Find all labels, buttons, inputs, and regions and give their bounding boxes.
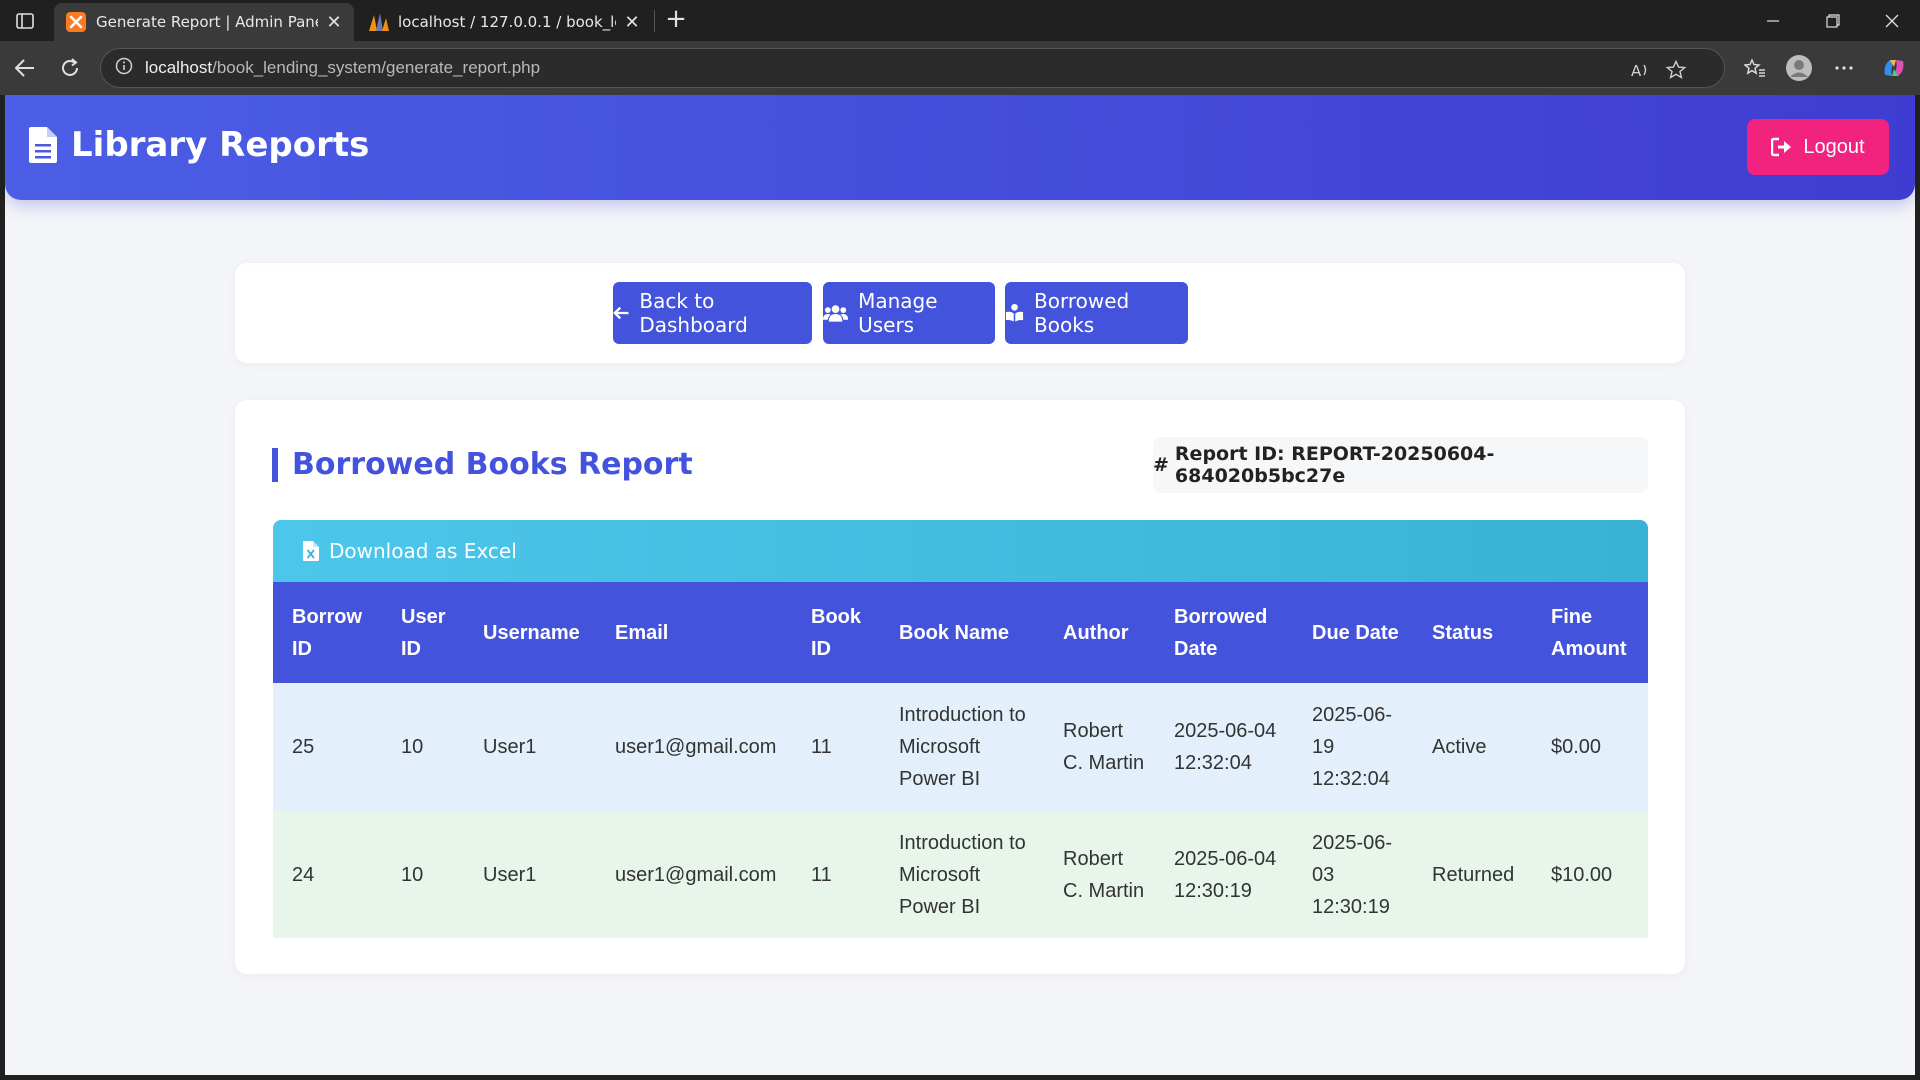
manage-users-button[interactable]: Manage Users <box>823 282 995 344</box>
email-cell: user1@gmail.com <box>615 863 777 886</box>
download-excel-label: Download as Excel <box>329 539 517 563</box>
url-host: localhost <box>145 58 213 77</box>
minimize-icon[interactable] <box>1745 0 1801 41</box>
username-cell: User1 <box>483 863 537 886</box>
borrowed-date-cell: 2025-06-04 12:30:19 <box>1174 847 1277 902</box>
book-reader-icon <box>1005 303 1024 322</box>
address-bar[interactable]: localhost/book_lending_system/generate_r… <box>100 48 1725 88</box>
fine-amount-cell: $10.00 <box>1551 863 1613 886</box>
borrow-id-cell: 24 <box>292 863 315 886</box>
column-header: Author <box>1063 621 1129 644</box>
back-to-dashboard-label: Back to Dashboard <box>639 289 748 337</box>
new-tab-icon[interactable]: + <box>662 6 690 34</box>
due-date-cell: 2025-06-19 12:32:04 <box>1312 704 1393 790</box>
logout-button[interactable]: Logout <box>1747 119 1889 175</box>
page-title: Library Reports <box>71 125 370 165</box>
column-header: Fine Amount <box>1551 605 1627 660</box>
report-id-text: Report ID: REPORT-20250604-684020b5bc27e <box>1174 443 1495 487</box>
username-cell: User1 <box>483 736 537 758</box>
user-id-cell: 10 <box>401 736 424 758</box>
back-arrow-icon[interactable] <box>11 54 39 82</box>
browser-tab-generate-report[interactable]: Generate Report | Admin Panel ✕ <box>54 3 354 41</box>
table-row: 25 10 User1 user1@gmail.com 11 Introduct… <box>273 683 1648 811</box>
back-to-dashboard-button[interactable]: Back to Dashboard <box>613 282 812 344</box>
favorite-star-icon[interactable] <box>1664 58 1688 82</box>
due-date-cell: 2025-06-03 12:30:19 <box>1312 831 1393 918</box>
column-header: Status <box>1432 621 1494 644</box>
column-header: Borrow ID <box>292 605 362 660</box>
borrowed-books-button[interactable]: Borrowed Books <box>1005 282 1188 344</box>
report-title: Borrowed Books Report <box>272 448 693 482</box>
logout-label: Logout <box>1803 135 1865 158</box>
logout-icon <box>1771 137 1792 157</box>
profile-avatar-icon[interactable] <box>1785 54 1813 82</box>
refresh-icon[interactable] <box>56 54 84 82</box>
column-header: User ID <box>401 605 446 660</box>
page-header: Library Reports Logout <box>5 95 1915 200</box>
file-excel-icon <box>303 541 319 561</box>
author-cell: Robert C. Martin <box>1063 720 1145 774</box>
borrow-id-cell: 25 <box>292 736 315 758</box>
fine-amount-cell: $0.00 <box>1551 736 1602 758</box>
column-header: Borrowed Date <box>1174 605 1268 660</box>
xampp-icon <box>66 12 86 32</box>
book-id-cell: 11 <box>811 863 832 886</box>
read-aloud-icon[interactable]: A <box>1629 58 1653 82</box>
close-window-icon[interactable] <box>1864 0 1920 41</box>
users-icon <box>823 305 849 322</box>
svg-text:A: A <box>1631 62 1642 79</box>
book-id-cell: 11 <box>811 736 832 758</box>
navigation-card: Back to Dashboard Manage Users Borrowed … <box>235 263 1685 363</box>
browser-tab-bar: Generate Report | Admin Panel ✕ localhos… <box>0 0 1920 41</box>
column-header: Username <box>483 621 580 644</box>
tab-title: Generate Report | Admin Panel <box>96 13 318 31</box>
email-cell: user1@gmail.com <box>615 736 777 758</box>
borrowed-date-cell: 2025-06-04 12:32:04 <box>1174 720 1277 774</box>
column-header: Book Name <box>899 621 1010 644</box>
url-text: localhost/book_lending_system/generate_r… <box>145 58 540 78</box>
status-cell: Active <box>1432 736 1487 758</box>
copilot-icon[interactable] <box>1880 54 1908 82</box>
table-row: 24 10 User1 user1@gmail.com 11 Introduct… <box>273 811 1648 938</box>
borrowed-books-table: Borrow ID User ID Username Email Book ID… <box>273 582 1648 938</box>
close-tab-icon[interactable]: ✕ <box>324 12 344 33</box>
report-card: Borrowed Books Report # Report ID: REPOR… <box>235 400 1685 974</box>
tab-actions-icon[interactable] <box>10 8 40 34</box>
url-path: /book_lending_system/generate_report.php <box>212 58 541 77</box>
download-excel-button[interactable]: Download as Excel <box>273 520 1648 582</box>
tab-title: localhost / 127.0.0.1 / book_lending <box>398 13 616 31</box>
restore-icon[interactable] <box>1805 0 1861 41</box>
table-header: Borrow ID User ID Username Email Book ID… <box>273 582 1648 683</box>
book-name-cell: Introduction to Microsoft Power BI <box>899 831 1026 918</box>
column-header: Due Date <box>1312 621 1399 644</box>
site-info-icon[interactable] <box>115 57 133 79</box>
close-tab-icon[interactable]: ✕ <box>622 12 642 33</box>
file-document-icon <box>29 127 57 163</box>
arrow-left-icon <box>613 306 629 320</box>
more-options-icon[interactable] <box>1830 54 1858 82</box>
status-cell: Returned <box>1432 863 1515 886</box>
favorites-icon[interactable] <box>1741 54 1769 82</box>
hashtag-icon: # <box>1153 454 1169 476</box>
brand: Library Reports <box>29 125 369 165</box>
browser-toolbar: localhost/book_lending_system/generate_r… <box>0 41 1920 95</box>
book-name-cell: Introduction to Microsoft Power BI <box>899 704 1026 790</box>
page-content: Library Reports Logout Back to Dashboard… <box>5 95 1915 1075</box>
window-bottom-edge <box>0 1075 1920 1080</box>
borrowed-books-label: Borrowed Books <box>1034 289 1130 337</box>
user-id-cell: 10 <box>401 863 424 886</box>
browser-tab-phpmyadmin[interactable]: localhost / 127.0.0.1 / book_lending ✕ <box>356 3 652 41</box>
tab-divider <box>654 10 655 32</box>
manage-users-label: Manage Users <box>858 289 938 337</box>
column-header: Book ID <box>811 605 861 660</box>
author-cell: Robert C. Martin <box>1063 847 1145 902</box>
column-header: Email <box>615 621 669 644</box>
report-id-badge: # Report ID: REPORT-20250604-684020b5bc2… <box>1153 437 1648 493</box>
phpmyadmin-icon <box>368 12 389 32</box>
